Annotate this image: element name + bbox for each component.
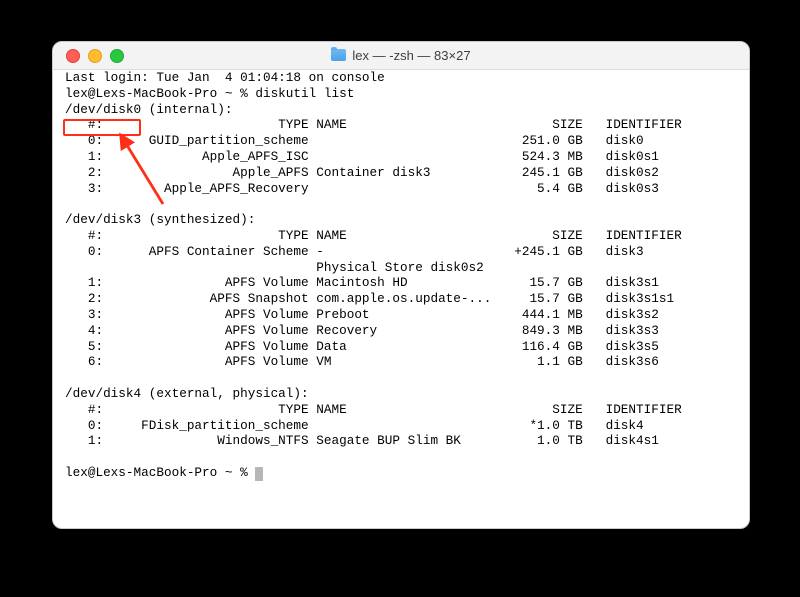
window-controls	[66, 49, 124, 63]
annotation-arrow-icon	[119, 136, 167, 208]
terminal-window: lex — -zsh — 83×27 Last login: Tue Jan 4…	[52, 41, 750, 529]
close-icon[interactable]	[66, 49, 80, 63]
zoom-icon[interactable]	[110, 49, 124, 63]
prompt-line[interactable]: lex@Lexs-MacBook-Pro ~ %	[65, 465, 255, 480]
terminal-content[interactable]: Last login: Tue Jan 4 01:04:18 on consol…	[65, 70, 682, 481]
cursor-icon	[255, 467, 263, 481]
window-title-text: lex — -zsh — 83×27	[352, 48, 470, 64]
folder-icon	[331, 49, 346, 61]
annotation-highlight-box	[63, 119, 141, 136]
window-title: lex — -zsh — 83×27	[53, 48, 749, 64]
titlebar[interactable]: lex — -zsh — 83×27	[53, 42, 749, 70]
minimize-icon[interactable]	[88, 49, 102, 63]
